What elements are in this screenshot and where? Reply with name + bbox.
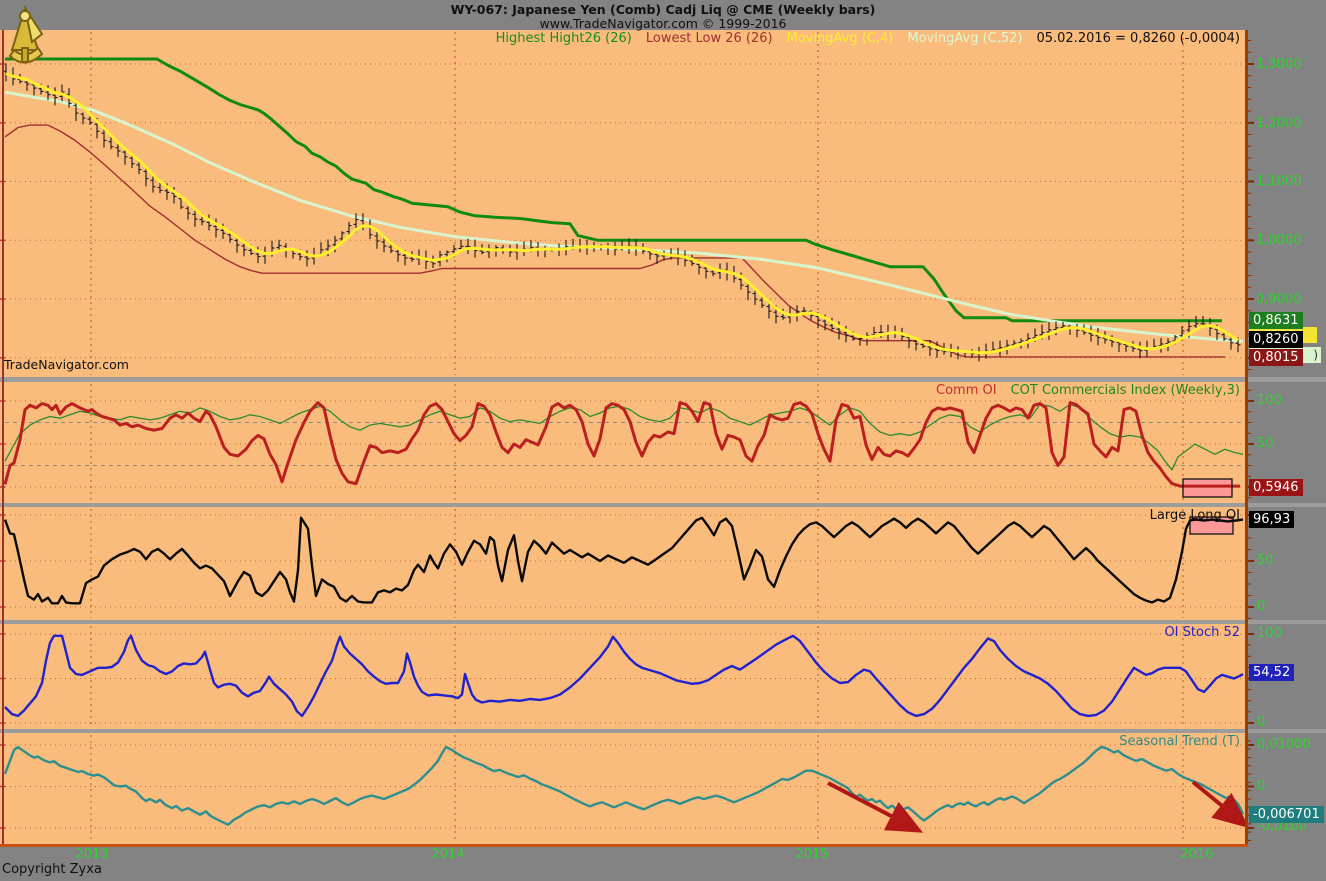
oi-stoch-title: OI Stoch 52 <box>1164 625 1240 640</box>
ll-grid <box>0 509 1254 619</box>
oi-stoch-value-label: 54,52 <box>1249 664 1294 681</box>
comm-oi-value-label: 0,5946 <box>1249 479 1303 496</box>
cot-index-label: COT Commercials Index (Weekly,3) <box>1011 383 1240 398</box>
price-tick: 1,0000 <box>1256 233 1302 248</box>
year-label-2014: 2014 <box>418 847 478 862</box>
seasonal-tick: 0,01000 <box>1257 737 1311 752</box>
cursor-readout: 05.02.2016 = 0,8260 (-0,0004) <box>1036 31 1240 46</box>
legend-ll26: Lowest Low 26 (26) <box>646 31 773 46</box>
ll26-value-label: 0,8015 <box>1249 349 1303 366</box>
close-value-label: 0,8260 <box>1249 331 1303 348</box>
hh26-line <box>5 59 1222 321</box>
large-long-tick: 50 <box>1257 553 1274 568</box>
comm-oi-label: Comm OI <box>936 383 997 398</box>
cot-tick: 100 <box>1257 393 1282 408</box>
price-tick: 0,9000 <box>1256 292 1302 307</box>
price-tick: 1,2000 <box>1256 116 1302 131</box>
large-long-tick: 0 <box>1257 599 1265 614</box>
chart-subtitle: www.TradeNavigator.com © 1999-2016 <box>0 16 1326 31</box>
seasonal-value-label: -0,006701 <box>1249 806 1324 823</box>
legend-ma52: MovingAvg (C,52) <box>907 31 1022 46</box>
large-long-line <box>5 518 1243 604</box>
hh26-value-label: 0,8631 <box>1249 312 1303 329</box>
se-grid <box>0 735 1254 842</box>
year-label-2015: 2015 <box>782 847 842 862</box>
ma4-line <box>6 74 1238 353</box>
large-long-oi-title: Large Long OI <box>1150 508 1240 523</box>
price-legend: Highest Hight26 (26) Lowest Low 26 (26) … <box>496 31 1240 46</box>
price-tick: 1,1000 <box>1256 174 1302 189</box>
plot-left-border <box>2 30 4 844</box>
ohlc-bars <box>4 63 1241 361</box>
year-label-2016: 2016 <box>1167 847 1227 862</box>
cot-highlight-box <box>1183 479 1232 497</box>
sextant-logo-icon <box>2 4 48 86</box>
time-axis-line <box>0 844 1248 847</box>
seasonal-trend-title: Seasonal Trend (T) <box>1119 734 1240 749</box>
st-grid <box>0 626 1254 727</box>
price-tick: 1,3000 <box>1256 57 1302 72</box>
legend-hh26: Highest Hight26 (26) <box>496 31 632 46</box>
copyright: Copyright Zyxa <box>2 862 102 877</box>
oi-stoch-tick: 100 <box>1257 626 1282 641</box>
ma52-line <box>5 92 1243 341</box>
cot-panel-title: Comm OI COT Commercials Index (Weekly,3) <box>936 383 1240 398</box>
watermark: TradeNavigator.com <box>4 357 129 372</box>
legend-ma4: MovingAvg (C,4) <box>787 31 894 46</box>
seasonal-tick: 0 <box>1257 779 1265 794</box>
chart-title: WY-067: Japanese Yen (Comb) Cadj Liq @ C… <box>0 2 1326 17</box>
oi-stoch-line <box>5 636 1243 716</box>
price-axis-line <box>1245 30 1248 847</box>
year-label-2013: 2013 <box>62 847 122 862</box>
down-arrow-annotation <box>828 783 916 829</box>
seasonal-line <box>5 747 1243 825</box>
cot-tick: 50 <box>1257 436 1274 451</box>
trade-navigator-window: WY-067: Japanese Yen (Comb) Cadj Liq @ C… <box>0 0 1326 881</box>
oi-stoch-tick: 0 <box>1257 715 1265 730</box>
large-long-value-label: 96,93 <box>1249 511 1294 528</box>
